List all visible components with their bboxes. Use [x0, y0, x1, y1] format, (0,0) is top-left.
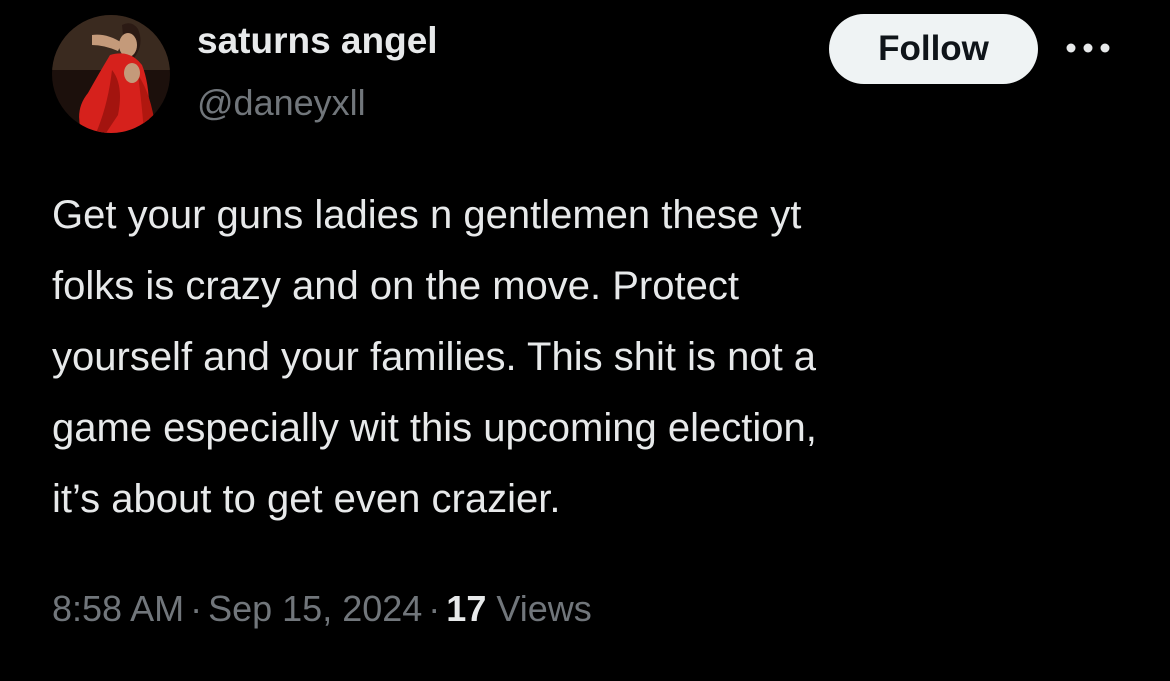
- author-display-name[interactable]: saturns angel: [197, 20, 438, 62]
- tweet-text-line: it’s about to get even crazier.: [52, 477, 561, 521]
- tweet-text-line: game especially wit this upcoming electi…: [52, 406, 817, 450]
- more-horizontal-icon[interactable]: [1063, 36, 1113, 60]
- tweet-text: Get your guns ladies n gentlemen these y…: [52, 180, 1122, 535]
- tweet-time[interactable]: 8:58 AM: [52, 588, 184, 629]
- tweet-card: saturns angel @daneyxll Follow Get your …: [0, 0, 1170, 681]
- tweet-text-line: yourself and your families. This shit is…: [52, 335, 817, 379]
- tweet-text-line: Get your guns ladies n gentlemen these y…: [52, 193, 802, 237]
- tweet-date[interactable]: Sep 15, 2024: [208, 588, 422, 629]
- avatar-image: [52, 15, 170, 133]
- follow-button[interactable]: Follow: [829, 14, 1038, 84]
- author-handle[interactable]: @daneyxll: [197, 82, 366, 124]
- meta-separator: ·: [190, 588, 203, 629]
- tweet-text-line: folks is crazy and on the move. Protect: [52, 264, 739, 308]
- meta-separator: ·: [428, 588, 441, 629]
- tweet-metadata: 8:58 AM · Sep 15, 2024 · 17 Views: [52, 588, 592, 630]
- views-count[interactable]: 17: [446, 588, 486, 629]
- views-label[interactable]: Views: [496, 588, 591, 629]
- author-avatar[interactable]: [52, 15, 170, 133]
